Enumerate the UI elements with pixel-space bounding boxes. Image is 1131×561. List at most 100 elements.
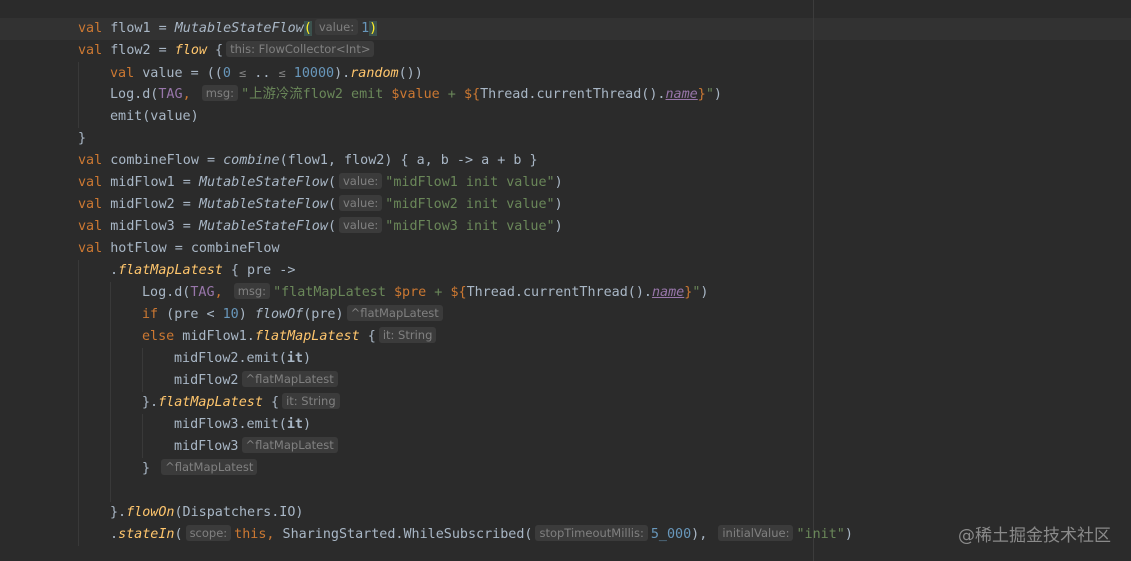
function-call: MutableStateFlow: [198, 175, 328, 190]
keyword: val: [78, 241, 103, 256]
code-text: ): [700, 285, 709, 300]
parameter-hint: value:: [339, 195, 383, 211]
code-text: combineFlow =: [102, 153, 224, 168]
code-line-2[interactable]: val flow2 = flow {this: FlowCollector<In…: [78, 40, 377, 62]
code-line-17[interactable]: midFlow2 ^flatMapLatest: [174, 370, 341, 392]
lambda-param-hint: it: String: [282, 393, 340, 409]
keyword: val: [110, 66, 135, 81]
code-line-13[interactable]: Log.d(TAG, msg: "flatMapLatest $pre + ${T…: [142, 282, 708, 304]
code-text: midFlow3: [174, 439, 239, 454]
keyword: val: [78, 153, 103, 168]
code-text: hotFlow = combineFlow: [102, 241, 280, 256]
code-line-1[interactable]: val flow1 = MutableStateFlow(value: 1): [78, 18, 378, 40]
function-call: flow: [174, 43, 207, 58]
code-line-7[interactable]: val combineFlow = combine(flow1, flow2) …: [78, 150, 538, 172]
code-line-5[interactable]: emit(value): [110, 106, 199, 128]
code-text: ): [554, 175, 563, 190]
code-text: emit(value): [110, 109, 199, 124]
code-line-24[interactable]: .stateIn(scope: this, SharingStarted.Whil…: [110, 524, 853, 546]
code-text: }: [142, 461, 151, 476]
code-text: ).: [334, 66, 351, 81]
code-line-23[interactable]: }.flowOn(Dispatchers.IO): [110, 502, 304, 524]
string-literal: "上游冷流flow2 emit: [241, 87, 392, 102]
function-call: flatMapLatest: [254, 329, 360, 344]
string-literal: +: [439, 87, 464, 102]
code-text: .: [110, 527, 119, 542]
code-line-21[interactable]: } ^flatMapLatest: [142, 458, 260, 480]
code-line-11[interactable]: val hotFlow = combineFlow: [78, 238, 280, 260]
return-hint: ^flatMapLatest: [161, 459, 258, 475]
code-text: Log.d(: [142, 285, 191, 300]
code-line-3[interactable]: val value = ((0 ≤ .. ≤ 10000).random()): [110, 62, 423, 84]
code-text: Thread.currentThread().: [480, 87, 666, 102]
parameter-hint: value:: [339, 173, 383, 189]
parameter-hint: value:: [314, 19, 359, 35]
code-line-4[interactable]: Log.d(TAG, msg: "上游冷流flow2 emit $value + …: [110, 84, 722, 106]
code-text: midFlow2: [174, 373, 239, 388]
string-literal: "init": [796, 527, 845, 542]
code-line-18[interactable]: }.flatMapLatest {it: String: [142, 392, 343, 414]
code-text: .: [110, 263, 119, 278]
number-literal: 10000: [293, 66, 335, 81]
code-text: flow1 =: [102, 21, 175, 36]
indent-guide: [78, 260, 79, 546]
constant: TAG: [158, 87, 183, 102]
right-margin-guide: [813, 0, 814, 561]
code-text: midFlow3.emit(: [174, 417, 287, 432]
code-text: }.: [110, 505, 127, 520]
matched-paren: (: [303, 21, 312, 36]
code-text: Log.d(: [110, 87, 159, 102]
code-line-8[interactable]: val midFlow1 = MutableStateFlow(value: "m…: [78, 172, 563, 194]
return-hint: ^flatMapLatest: [241, 371, 338, 387]
code-text: }.: [142, 395, 159, 410]
code-text: ()): [398, 66, 423, 81]
keyword: this,: [234, 527, 275, 542]
function-call: flatMapLatest: [158, 395, 263, 410]
parameter-hint: scope:: [185, 525, 232, 541]
code-text: ..: [246, 66, 279, 81]
code-text: ),: [691, 527, 708, 542]
code-text: (: [327, 197, 336, 212]
number-literal: 1: [361, 21, 370, 36]
keyword: else: [142, 329, 175, 344]
code-text: (pre <: [158, 307, 223, 322]
return-hint: ^flatMapLatest: [346, 305, 443, 321]
parameter-hint: initialValue:: [718, 525, 794, 541]
code-text: ): [303, 417, 312, 432]
number-literal: 5_000: [650, 527, 692, 542]
function-call: combine: [223, 153, 280, 168]
code-line-9[interactable]: val midFlow2 = MutableStateFlow(value: "m…: [78, 194, 563, 216]
keyword: val: [78, 21, 103, 36]
parameter-hint: value:: [339, 217, 383, 233]
indent-guide: [78, 62, 79, 128]
code-line-15[interactable]: else midFlow1.flatMapLatest {it: String: [142, 326, 439, 348]
code-text: ): [554, 219, 563, 234]
code-text: midFlow3 =: [102, 219, 199, 234]
keyword: val: [78, 175, 103, 190]
code-text: (Dispatchers.IO): [174, 505, 304, 520]
code-line-20[interactable]: midFlow3 ^flatMapLatest: [174, 436, 341, 458]
string-literal: "flatMapLatest: [273, 285, 394, 300]
range-hint: ≤: [278, 66, 286, 80]
code-text: {: [262, 395, 280, 410]
code-line-16[interactable]: midFlow2.emit(it): [174, 348, 311, 370]
code-line-10[interactable]: val midFlow3 = MutableStateFlow(value: "m…: [78, 216, 563, 238]
code-text: midFlow2.emit(: [174, 351, 287, 366]
code-editor[interactable]: val flow1 = MutableStateFlow(value: 1) va…: [0, 0, 1131, 561]
function-call: MutableStateFlow: [174, 21, 304, 36]
code-line-12[interactable]: .flatMapLatest { pre ->: [110, 260, 295, 282]
function-call: random: [350, 66, 399, 81]
code-text: (: [327, 175, 336, 190]
watermark: @稀土掘金技术社区: [958, 526, 1111, 546]
string-literal: "midFlow3 init value": [385, 219, 555, 234]
code-text: ): [844, 527, 853, 542]
code-line-19[interactable]: midFlow3.emit(it): [174, 414, 311, 436]
code-text: SharingStarted.WhileSubscribed(: [274, 527, 533, 542]
code-line-6[interactable]: }: [78, 128, 86, 150]
function-call: stateIn: [118, 527, 175, 542]
function-call: flowOn: [126, 505, 175, 520]
code-line-14[interactable]: if (pre < 10) flowOf(pre) ^flatMapLatest: [142, 304, 446, 326]
punctuation: ,: [182, 87, 191, 102]
code-text: value = ((: [134, 66, 223, 81]
code-text: (: [174, 527, 183, 542]
